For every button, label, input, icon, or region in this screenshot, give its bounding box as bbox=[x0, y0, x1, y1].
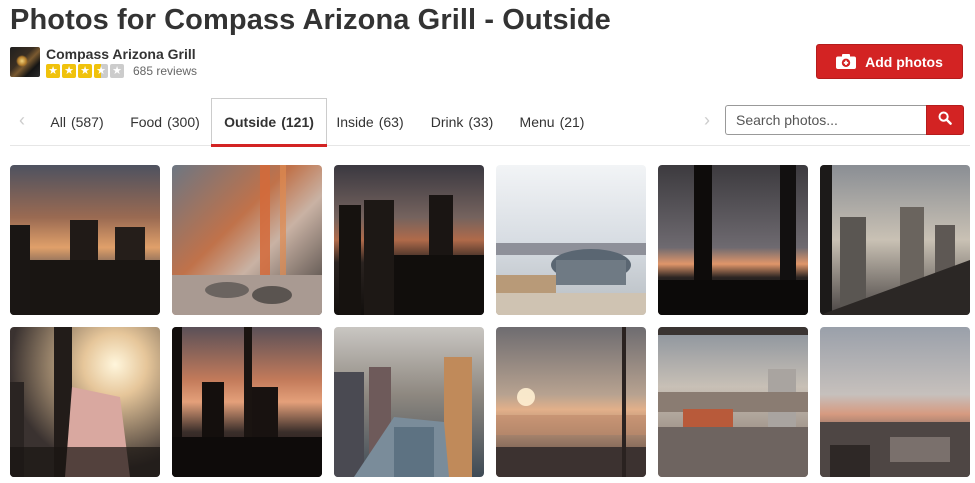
chevron-left-icon[interactable]: ‹ bbox=[19, 108, 25, 132]
search-icon bbox=[938, 111, 952, 130]
star-icon: ★ bbox=[46, 64, 60, 78]
page-title: Photos for Compass Arizona Grill - Outsi… bbox=[10, 4, 611, 36]
chevron-right-icon[interactable]: › bbox=[704, 108, 710, 132]
tab-all[interactable]: All (587) bbox=[38, 98, 116, 145]
tab-label: Menu bbox=[519, 113, 555, 130]
tab-food[interactable]: Food (300) bbox=[118, 98, 212, 145]
photo-category-tabs: ‹ All (587) Food (300) Outside (121) Ins… bbox=[10, 98, 973, 147]
tab-outside[interactable]: Outside (121) bbox=[211, 98, 327, 147]
tab-label: Drink bbox=[430, 113, 464, 130]
tab-label: All bbox=[50, 113, 66, 130]
tab-label: Outside bbox=[224, 114, 277, 130]
search-input[interactable] bbox=[725, 105, 927, 135]
tab-drink[interactable]: Drink (33) bbox=[423, 98, 501, 145]
tab-label: Inside bbox=[336, 113, 374, 130]
tab-label: Food bbox=[130, 113, 163, 130]
star-icon: ★ bbox=[78, 64, 92, 78]
tab-count: (121) bbox=[281, 114, 314, 130]
add-photos-label: Add photos bbox=[865, 53, 943, 70]
photo-thumbnail[interactable] bbox=[658, 327, 808, 477]
photo-thumbnail[interactable] bbox=[820, 327, 970, 477]
review-count: 685 reviews bbox=[133, 64, 198, 78]
tab-count: (33) bbox=[468, 113, 494, 130]
photo-thumbnail[interactable] bbox=[334, 165, 484, 315]
empty-star-icon: ★ bbox=[110, 64, 124, 78]
add-photos-button[interactable]: Add photos bbox=[816, 44, 963, 79]
tab-inside[interactable]: Inside (63) bbox=[329, 98, 411, 145]
star-icon: ★ bbox=[62, 64, 76, 78]
photo-thumbnail[interactable] bbox=[172, 165, 322, 315]
star-rating: ★ ★ ★ ★ ★ bbox=[46, 64, 126, 78]
photo-thumbnail[interactable] bbox=[658, 165, 808, 315]
photo-thumbnail[interactable] bbox=[496, 327, 646, 477]
camera-icon bbox=[836, 54, 857, 69]
photo-thumbnail[interactable] bbox=[10, 327, 160, 477]
tab-count: (63) bbox=[378, 113, 404, 130]
tab-count: (21) bbox=[559, 113, 585, 130]
business-avatar[interactable] bbox=[10, 47, 40, 77]
tab-menu[interactable]: Menu (21) bbox=[512, 98, 592, 145]
tab-count: (300) bbox=[167, 113, 200, 130]
search-button[interactable] bbox=[926, 105, 964, 135]
photo-thumbnail[interactable] bbox=[10, 165, 160, 315]
business-name-link[interactable]: Compass Arizona Grill bbox=[46, 46, 196, 62]
tab-count: (587) bbox=[70, 113, 104, 130]
photo-thumbnail[interactable] bbox=[820, 165, 970, 315]
photo-thumbnail[interactable] bbox=[334, 327, 484, 477]
photo-thumbnail[interactable] bbox=[496, 165, 646, 315]
photo-search bbox=[725, 105, 973, 135]
photo-thumbnail[interactable] bbox=[172, 327, 322, 477]
half-star-icon: ★ bbox=[94, 64, 108, 78]
